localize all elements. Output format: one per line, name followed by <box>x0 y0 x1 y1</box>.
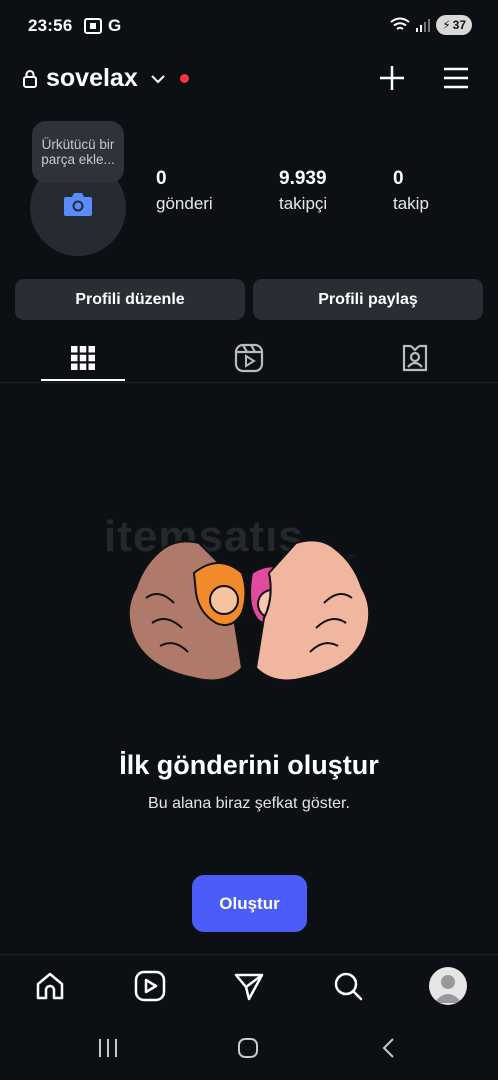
battery-level: 37 <box>452 18 466 32</box>
plus-icon[interactable] <box>378 64 406 92</box>
tab-posts[interactable] <box>0 334 166 382</box>
status-right-icons: ⚡ 37 <box>390 15 472 35</box>
wifi-icon <box>390 17 410 30</box>
battery-indicator: ⚡ 37 <box>436 15 472 35</box>
stat-posts-value: 0 <box>156 168 167 189</box>
home-icon <box>36 972 64 1000</box>
stat-posts-label: gönderi <box>156 194 213 213</box>
create-post-button[interactable]: Oluştur <box>192 875 307 932</box>
share-profile-button[interactable]: Profili paylaş <box>253 279 483 320</box>
home-button-icon <box>238 1038 258 1058</box>
default-avatar-icon <box>434 975 462 1003</box>
reels-icon <box>234 343 264 373</box>
send-icon <box>234 973 264 1001</box>
screenshot-icon <box>84 18 102 34</box>
nav-messages[interactable] <box>229 966 269 1006</box>
chevron-down-icon <box>151 74 165 83</box>
stat-followers-label: takipçi <box>279 194 328 213</box>
system-recent-apps[interactable] <box>88 1032 128 1064</box>
google-icon: G <box>108 16 122 35</box>
stat-followers[interactable]: 9.939 takipçi <box>279 168 327 214</box>
status-time: 23:56 <box>28 16 73 35</box>
stat-following-label: takip <box>393 194 429 213</box>
back-icon <box>382 1038 394 1058</box>
camera-icon[interactable] <box>63 191 93 217</box>
account-switcher[interactable]: sovelax <box>22 64 189 93</box>
nav-home[interactable] <box>30 966 70 1006</box>
username: sovelax <box>46 64 138 92</box>
search-icon <box>334 972 363 1001</box>
notification-dot <box>179 74 189 83</box>
stat-following-value: 0 <box>393 168 404 189</box>
lock-icon <box>23 69 37 88</box>
recent-apps-icon <box>99 1039 117 1057</box>
stat-following[interactable]: 0 takip <box>393 168 429 214</box>
profile-avatar <box>429 967 467 1005</box>
tab-reels[interactable] <box>166 334 332 382</box>
tagged-icon <box>402 344 428 372</box>
header-actions <box>378 64 470 92</box>
system-back[interactable] <box>368 1032 408 1064</box>
menu-icon[interactable] <box>442 66 470 90</box>
stat-followers-value: 9.939 <box>279 168 327 189</box>
signal-icon <box>416 19 431 32</box>
nav-reels[interactable] <box>130 966 170 1006</box>
status-left-icons: G <box>84 16 121 36</box>
bottom-nav-divider <box>0 954 498 955</box>
nav-search[interactable] <box>328 966 368 1006</box>
reels-icon <box>134 970 166 1002</box>
grid-icon <box>71 346 95 370</box>
tab-tagged[interactable] <box>332 334 498 382</box>
hands-heart-illustration <box>127 539 371 682</box>
nav-profile[interactable] <box>428 966 468 1006</box>
stat-posts[interactable]: 0 gönderi <box>156 168 213 214</box>
empty-state-title: İlk gönderini oluştur <box>119 750 379 780</box>
edit-profile-button[interactable]: Profili düzenle <box>15 279 245 320</box>
tabs-divider <box>0 382 498 383</box>
empty-state-subtitle: Bu alana biraz şefkat göster. <box>148 795 350 812</box>
avatar-tooltip[interactable]: Ürkütücü bir parça ekle... <box>32 121 124 183</box>
system-home[interactable] <box>228 1032 268 1064</box>
active-tab-indicator <box>41 379 125 381</box>
bolt-icon: ⚡ <box>442 18 451 32</box>
avatar-tooltip-text: Ürkütücü bir parça ekle... <box>41 137 115 167</box>
